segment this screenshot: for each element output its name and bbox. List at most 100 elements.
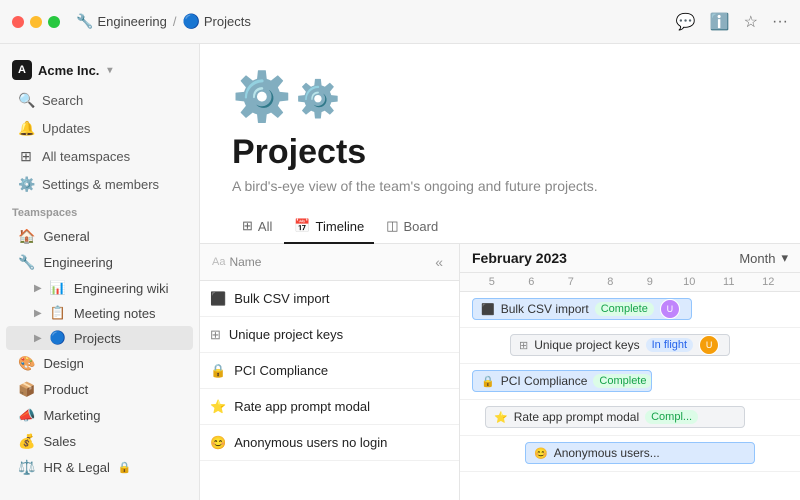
sidebar-item-general[interactable]: 🏠 General xyxy=(6,224,193,249)
lock-icon: 🔒 xyxy=(118,461,132,474)
sidebar: A Acme Inc. ▾ 🔍 Search 🔔 Updates ⊞ All t… xyxy=(0,44,200,500)
timeline-left-header: Aa Name « xyxy=(200,244,459,281)
sidebar-item-settings[interactable]: ⚙️ Settings & members xyxy=(6,171,193,198)
timeline-tab-icon: 📅 xyxy=(294,218,310,234)
tab-timeline[interactable]: 📅 Timeline xyxy=(284,210,374,244)
date-9: 9 xyxy=(630,273,670,291)
chat-icon[interactable]: 💬 xyxy=(676,12,696,32)
anon-bar-icon: 😊 xyxy=(534,447,548,460)
info-icon[interactable]: ℹ️ xyxy=(710,12,730,32)
timeline-area: Aa Name « ⬛ Bulk CSV import ⊞ Unique pro… xyxy=(200,244,800,500)
gear-big-icon: ⚙️ xyxy=(232,68,292,125)
page-header: ⚙️ ⚙️ Projects A bird's-eye view of the … xyxy=(200,44,800,210)
bulk-csv-icon: ⬛ xyxy=(210,291,226,307)
bulk-csv-avatars: U xyxy=(660,299,680,319)
timeline-row-unique-keys: ⊞ Unique project keys In flight U xyxy=(460,328,800,364)
timeline-left-panel: Aa Name « ⬛ Bulk CSV import ⊞ Unique pro… xyxy=(200,244,460,500)
sidebar-item-sales[interactable]: 💰 Sales xyxy=(6,429,193,454)
anon-users-icon: 😊 xyxy=(210,435,226,451)
rate-app-bar-icon: ⭐ xyxy=(494,411,508,424)
all-tab-icon: ⊞ xyxy=(242,218,253,234)
breadcrumb-projects[interactable]: 🔵 Projects xyxy=(182,13,250,30)
unique-keys-badge: In flight xyxy=(646,338,693,352)
search-icon: 🔍 xyxy=(18,92,34,109)
teamspaces-icon: ⊞ xyxy=(18,148,34,165)
timeline-bar-unique-keys[interactable]: ⊞ Unique project keys In flight U xyxy=(510,334,730,356)
minimize-dot[interactable] xyxy=(30,16,42,28)
notes-icon: 📋 xyxy=(50,305,66,321)
engineering-icon: 🔧 xyxy=(18,254,35,271)
breadcrumb-engineering[interactable]: 🔧 Engineering xyxy=(76,13,167,30)
marketing-icon: 📣 xyxy=(18,407,35,424)
date-11: 11 xyxy=(709,273,749,291)
timeline-bar-pci[interactable]: 🔒 PCI Compliance Complete U xyxy=(472,370,652,392)
date-12: 12 xyxy=(749,273,789,291)
timeline-row-rate-app: ⭐ Rate app prompt modal Compl... xyxy=(460,400,800,436)
page-description: A bird's-eye view of the team's ongoing … xyxy=(232,178,768,194)
timeline-body: ⬛ Bulk CSV import Complete U ⊞ Unique p xyxy=(460,292,800,500)
timeline-bar-anon[interactable]: 😊 Anonymous users... xyxy=(525,442,755,464)
sidebar-item-design[interactable]: 🎨 Design xyxy=(6,351,193,376)
table-row: ⊞ Unique project keys xyxy=(200,317,459,353)
sidebar-item-projects[interactable]: ▶ 🔵 Projects xyxy=(6,326,193,350)
sidebar-item-updates[interactable]: 🔔 Updates xyxy=(6,115,193,142)
timeline-row-bulk-csv: ⬛ Bulk CSV import Complete U xyxy=(460,292,800,328)
general-icon: 🏠 xyxy=(18,228,35,245)
gear-small-icon: ⚙️ xyxy=(296,78,341,125)
workspace-icon: A xyxy=(12,60,32,80)
avatar: U xyxy=(699,335,719,355)
aa-icon: Aa xyxy=(212,256,225,268)
pci-bar-icon: 🔒 xyxy=(481,375,495,388)
chevron-down-icon: ▾ xyxy=(781,250,788,266)
month-label: February 2023 xyxy=(472,250,567,266)
bulk-csv-bar-icon: ⬛ xyxy=(481,303,495,316)
chevron-icon: ▶ xyxy=(34,283,42,294)
date-5: 5 xyxy=(472,273,512,291)
date-8: 8 xyxy=(591,273,631,291)
titlebar: 🔧 Engineering / 🔵 Projects 💬 ℹ️ ☆ ··· xyxy=(0,0,800,44)
timeline-row-pci: 🔒 PCI Compliance Complete U xyxy=(460,364,800,400)
sidebar-item-hr-legal[interactable]: ⚖️ HR & Legal 🔒 xyxy=(6,455,193,480)
workspace-chevron: ▾ xyxy=(107,65,112,76)
sidebar-item-product[interactable]: 📦 Product xyxy=(6,377,193,402)
tab-board[interactable]: ◫ Board xyxy=(376,210,448,244)
hr-icon: ⚖️ xyxy=(18,459,35,476)
page-icon: ⚙️ ⚙️ xyxy=(232,68,768,125)
pci-badge: Complete xyxy=(593,374,652,388)
breadcrumb: 🔧 Engineering / 🔵 Projects xyxy=(76,13,676,30)
collapse-button[interactable]: « xyxy=(431,252,447,272)
date-10: 10 xyxy=(670,273,710,291)
sidebar-item-engineering-wiki[interactable]: ▶ 📊 Engineering wiki xyxy=(6,276,193,300)
timeline-bar-bulk-csv[interactable]: ⬛ Bulk CSV import Complete U xyxy=(472,298,692,320)
updates-icon: 🔔 xyxy=(18,120,34,137)
month-nav[interactable]: Month ▾ xyxy=(739,250,788,266)
sidebar-item-marketing[interactable]: 📣 Marketing xyxy=(6,403,193,428)
tab-all[interactable]: ⊞ All xyxy=(232,210,282,244)
timeline-right-panel: February 2023 Month ▾ 5 6 7 8 9 10 11 12 xyxy=(460,244,800,500)
rate-app-icon: ⭐ xyxy=(210,399,226,415)
chevron-icon3: ▶ xyxy=(34,333,42,344)
sidebar-item-search[interactable]: 🔍 Search xyxy=(6,87,193,114)
product-icon: 📦 xyxy=(18,381,35,398)
projects-icon: 🔵 xyxy=(50,330,66,346)
pci-icon: 🔒 xyxy=(210,363,226,379)
window-controls xyxy=(12,16,60,28)
sidebar-item-engineering[interactable]: 🔧 Engineering xyxy=(6,250,193,275)
sidebar-item-all-teamspaces[interactable]: ⊞ All teamspaces xyxy=(6,143,193,170)
page-title: Projects xyxy=(232,133,768,172)
rate-app-badge: Compl... xyxy=(645,410,698,424)
chevron-icon2: ▶ xyxy=(34,308,42,319)
close-dot[interactable] xyxy=(12,16,24,28)
more-icon[interactable]: ··· xyxy=(772,13,788,31)
maximize-dot[interactable] xyxy=(48,16,60,28)
settings-icon: ⚙️ xyxy=(18,176,34,193)
table-row: 🔒 PCI Compliance xyxy=(200,353,459,389)
workspace-selector[interactable]: A Acme Inc. ▾ xyxy=(0,54,199,86)
timeline-bar-rate-app[interactable]: ⭐ Rate app prompt modal Compl... xyxy=(485,406,745,428)
bulk-csv-badge: Complete xyxy=(595,302,654,316)
timeline-header: February 2023 Month ▾ xyxy=(460,244,800,273)
timeline-row-anon: 😊 Anonymous users... xyxy=(460,436,800,472)
sidebar-item-meeting-notes[interactable]: ▶ 📋 Meeting notes xyxy=(6,301,193,325)
main-layout: A Acme Inc. ▾ 🔍 Search 🔔 Updates ⊞ All t… xyxy=(0,44,800,500)
star-icon[interactable]: ☆ xyxy=(744,12,758,32)
